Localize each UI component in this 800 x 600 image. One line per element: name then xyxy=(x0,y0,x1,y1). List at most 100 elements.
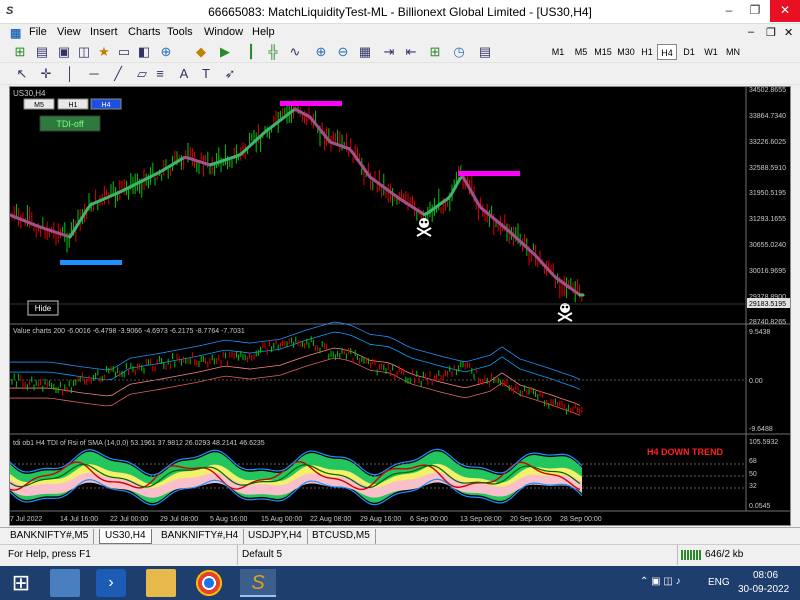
tab-usdjpy-h4[interactable]: USDJPY,H4 xyxy=(243,529,308,544)
time-tick: 5 Aug 16:00 xyxy=(210,516,247,523)
tf-mn[interactable]: MN xyxy=(723,44,743,60)
chart-tabs: BANKNIFTY#,M5 US30,H4 BANKNIFTY#,H4 USDJ… xyxy=(0,527,800,544)
menu-insert[interactable]: Insert xyxy=(90,26,118,38)
chart-shift-icon[interactable]: ⇤ xyxy=(403,44,419,60)
price-tick: 32588.5910 xyxy=(749,165,786,172)
support-level-marker xyxy=(60,260,122,265)
horizontal-line-icon[interactable]: ─ xyxy=(86,66,102,82)
menu-tools[interactable]: Tools xyxy=(167,26,193,38)
text-icon[interactable]: A xyxy=(176,66,192,82)
price-tick: 31950.5195 xyxy=(749,190,786,197)
symbol-label: US30,H4 xyxy=(13,89,46,98)
new-order-icon[interactable]: ⊕ xyxy=(158,44,174,60)
tester-icon[interactable]: ◧ xyxy=(136,44,152,60)
zoom-out-icon[interactable]: ⊖ xyxy=(335,44,351,60)
bar-chart-icon[interactable]: ┃ xyxy=(243,44,259,60)
help-hint: For Help, press F1 xyxy=(8,549,91,560)
skull-icon xyxy=(557,303,573,322)
tf-m5[interactable]: M5 xyxy=(571,44,591,60)
metatrader-taskbar-icon[interactable]: S xyxy=(240,569,276,597)
text-label-icon[interactable]: T xyxy=(198,66,214,82)
cursor-icon[interactable]: ↖ xyxy=(14,66,30,82)
windows-taskbar: ⊞ › S ⌃ ▣ ◫ ♪ ENG 08:06 30-09-2022 xyxy=(0,566,800,600)
tf-m15[interactable]: M15 xyxy=(592,44,614,60)
periods-icon[interactable]: ◷ xyxy=(451,44,467,60)
market-watch-icon[interactable]: ▣ xyxy=(56,44,72,60)
time-tick: 13 Sep 08:00 xyxy=(460,516,502,523)
value-axis-tick: -9.6488 xyxy=(749,426,773,433)
time-tick: 22 Jul 00:00 xyxy=(110,516,148,523)
fibonacci-icon[interactable]: ≡ xyxy=(152,66,168,82)
current-price-label: 29183.5195 xyxy=(749,301,786,308)
maximize-button[interactable]: ❐ xyxy=(742,0,768,22)
menu-file[interactable]: File xyxy=(29,26,47,38)
chart-window[interactable]: US30,H4 M5 H1 H4 TDI-off Hide 34502.8655… xyxy=(8,86,791,526)
server-manager-icon[interactable] xyxy=(50,569,80,597)
chart-tf-button-h1-label: H1 xyxy=(69,102,78,109)
tab-us30-h4[interactable]: US30,H4 xyxy=(99,529,152,544)
zoom-in-icon[interactable]: ⊕ xyxy=(313,44,329,60)
system-tray-icons[interactable]: ⌃ ▣ ◫ ♪ xyxy=(640,576,681,587)
minimize-button[interactable]: – xyxy=(716,0,742,22)
menu-charts[interactable]: Charts xyxy=(128,26,160,38)
clock-time[interactable]: 08:06 xyxy=(753,570,778,581)
menu-help[interactable]: Help xyxy=(252,26,275,38)
tf-m1[interactable]: M1 xyxy=(548,44,568,60)
tdi-label: tdi ob1 H4 TDI of Rsi of SMA (14,0,0) 53… xyxy=(13,440,265,447)
tf-d1[interactable]: D1 xyxy=(679,44,699,60)
indicators-icon[interactable]: ⊞ xyxy=(427,44,443,60)
profiles-icon[interactable]: ▤ xyxy=(34,44,50,60)
vertical-line-icon[interactable]: │ xyxy=(62,66,78,82)
menu-window[interactable]: Window xyxy=(204,26,243,38)
price-tick: 30016.9695 xyxy=(749,268,786,275)
templates-icon[interactable]: ▤ xyxy=(477,44,493,60)
time-tick: 15 Aug 00:00 xyxy=(261,516,302,523)
tf-h4[interactable]: H4 xyxy=(657,44,677,60)
terminal-icon[interactable]: ▭ xyxy=(116,44,132,60)
time-tick: 6 Sep 00:00 xyxy=(410,516,448,523)
language-indicator[interactable]: ENG xyxy=(708,577,730,588)
tdi-axis-tick: 50 xyxy=(749,471,757,478)
tab-banknifty-h4[interactable]: BANKNIFTY#,H4 xyxy=(156,529,245,544)
mdi-restore-button[interactable]: ❐ xyxy=(766,26,776,39)
chart-tf-button-h4-label: H4 xyxy=(102,102,111,109)
tile-windows-icon[interactable]: ▦ xyxy=(357,44,373,60)
tf-w1[interactable]: W1 xyxy=(701,44,721,60)
line-chart-icon[interactable]: ∿ xyxy=(287,44,303,60)
close-button[interactable]: ✕ xyxy=(770,0,800,22)
chrome-icon[interactable] xyxy=(194,569,224,597)
chart-canvas[interactable]: US30,H4 M5 H1 H4 TDI-off Hide 34502.8655… xyxy=(8,87,790,525)
navigator-icon[interactable]: ★ xyxy=(96,44,112,60)
arrows-icon[interactable]: ➶ xyxy=(222,66,238,82)
powershell-icon[interactable]: › xyxy=(96,569,126,597)
price-tick: 31293.1655 xyxy=(749,216,786,223)
tab-btcusd-m5[interactable]: BTCUSD,M5 xyxy=(307,529,376,544)
skull-icon xyxy=(416,218,432,237)
time-tick: 29 Aug 16:00 xyxy=(360,516,401,523)
candlestick-icon[interactable]: ╬ xyxy=(265,44,281,60)
mdi-minimize-button[interactable]: – xyxy=(748,26,754,38)
menu-bar: ▦ File View Insert Charts Tools Window H… xyxy=(0,24,800,41)
mdi-close-button[interactable]: ✕ xyxy=(784,26,793,39)
tf-h1[interactable]: H1 xyxy=(637,44,657,60)
traffic-counter: 646/2 kb xyxy=(705,549,744,560)
resistance-level-marker xyxy=(458,171,520,176)
tab-banknifty-m5[interactable]: BANKNIFTY#,M5 xyxy=(5,529,95,544)
menu-view[interactable]: View xyxy=(57,26,81,38)
crosshair-icon[interactable]: ✛ xyxy=(38,66,54,82)
auto-scroll-icon[interactable]: ⇥ xyxy=(381,44,397,60)
new-chart-icon[interactable]: ⊞ xyxy=(12,44,28,60)
windows-start-icon[interactable]: ⊞ xyxy=(6,569,36,597)
data-window-icon[interactable]: ◫ xyxy=(76,44,92,60)
tf-m30[interactable]: M30 xyxy=(615,44,637,60)
tdi-axis-tick: 68 xyxy=(749,458,757,465)
clock-date[interactable]: 30-09-2022 xyxy=(738,584,789,595)
autotrading-icon[interactable]: ▶ xyxy=(217,44,233,60)
time-tick: 22 Aug 08:00 xyxy=(310,516,351,523)
price-tick: 33864.7340 xyxy=(749,113,786,120)
hide-label: Hide xyxy=(35,304,52,313)
channel-icon[interactable]: ▱ xyxy=(134,66,150,82)
metaeditor-icon[interactable]: ◆ xyxy=(193,44,209,60)
file-explorer-icon[interactable] xyxy=(146,569,176,597)
trendline-icon[interactable]: ╱ xyxy=(110,66,126,82)
